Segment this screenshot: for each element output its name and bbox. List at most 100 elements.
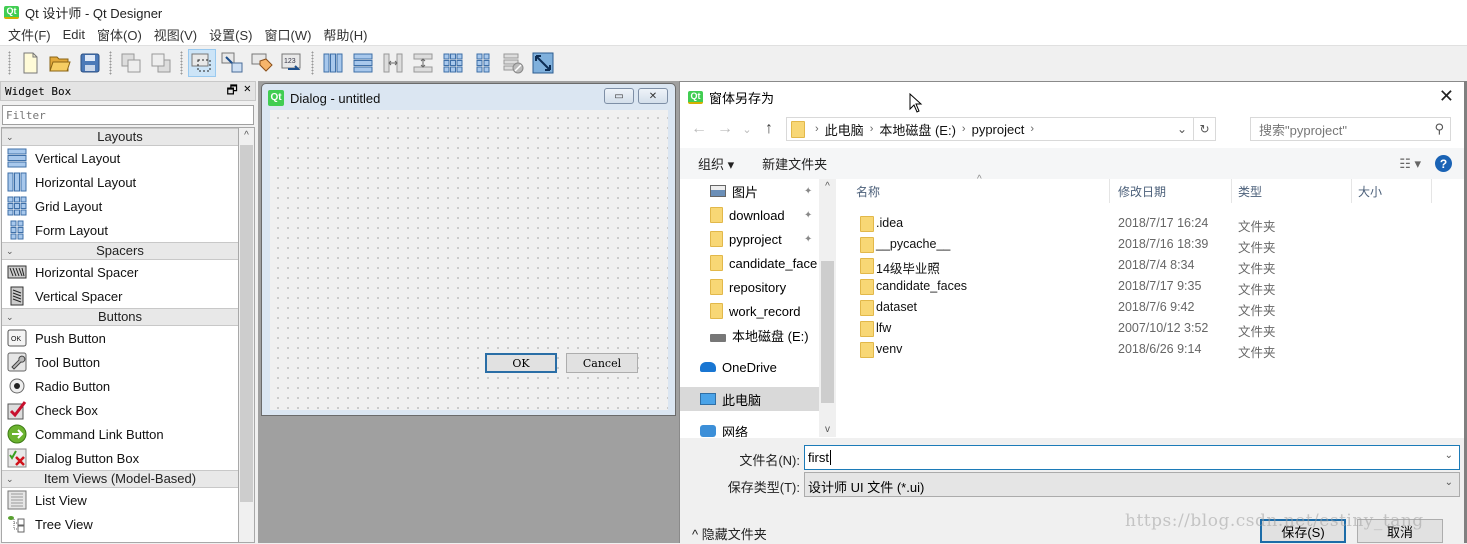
file-row[interactable]: dataset 2018/7/6 9:42 文件夹 [838, 297, 1438, 318]
widget-box-scrollbar[interactable]: ^ [239, 127, 255, 543]
refresh-icon[interactable]: ↻ [1193, 118, 1215, 140]
form-window[interactable]: Qt Dialog - untitled ▭ ✕ OK Cancel [261, 83, 676, 416]
widget-item-push-button[interactable]: OK Push Button [2, 326, 238, 350]
category-item-views[interactable]: ⌄ Item Views (Model-Based) [2, 470, 238, 488]
scroll-up-icon[interactable]: ^ [819, 181, 836, 192]
filename-value[interactable]: first [808, 450, 829, 465]
edit-tab-order-icon[interactable]: 123 [278, 49, 306, 77]
nav-item[interactable]: work_record [680, 299, 820, 323]
column-header-date[interactable]: 修改日期 [1112, 179, 1232, 203]
edit-signals-slots-icon[interactable] [218, 49, 246, 77]
nav-item[interactable]: repository [680, 275, 820, 299]
save-icon[interactable] [76, 49, 104, 77]
open-folder-icon[interactable] [46, 49, 74, 77]
navigation-pane-scrollbar[interactable]: ^ v [819, 179, 836, 437]
recent-locations-icon[interactable]: ⌄ [738, 123, 756, 136]
cancel-button[interactable]: 取消 [1357, 519, 1443, 543]
menu-edit[interactable]: Edit [59, 27, 93, 42]
back-icon[interactable]: ← [686, 120, 712, 138]
close-button[interactable]: ✕ [638, 88, 668, 104]
chevron-down-icon[interactable]: ⌄ [1445, 477, 1453, 488]
category-buttons[interactable]: ⌄ Buttons [2, 308, 238, 326]
chevron-down-icon[interactable]: ⌄ [1445, 450, 1453, 461]
save-button[interactable]: 保存(S) [1260, 519, 1346, 543]
minimize-button[interactable]: ▭ [604, 88, 634, 104]
new-folder-button[interactable]: 新建文件夹 [762, 154, 827, 173]
widget-item-grid-layout[interactable]: Grid Layout [2, 194, 238, 218]
pin-icon[interactable]: ✦ [804, 210, 812, 221]
cancel-button[interactable]: Cancel [566, 353, 638, 373]
widget-item-list-view[interactable]: List View [2, 488, 238, 512]
file-row[interactable]: .idea 2018/7/17 16:24 文件夹 [838, 213, 1438, 234]
menu-help[interactable]: 帮助(H) [319, 25, 375, 44]
menu-window[interactable]: 窗口(W) [260, 25, 319, 44]
nav-item[interactable]: candidate_face [680, 251, 820, 275]
column-header-type[interactable]: 类型 [1232, 179, 1352, 203]
address-bar[interactable]: › 此电脑 › 本地磁盘 (E:) › pyproject › ⌄ ↻ [786, 117, 1216, 141]
bring-to-front-icon[interactable] [147, 49, 175, 77]
send-to-back-icon[interactable] [117, 49, 145, 77]
scroll-down-icon[interactable]: v [819, 424, 836, 435]
ok-button[interactable]: OK [485, 353, 557, 373]
adjust-size-icon[interactable] [529, 49, 557, 77]
file-row[interactable]: lfw 2007/10/12 3:52 文件夹 [838, 318, 1438, 339]
nav-item[interactable]: 图片 ✦ [680, 179, 820, 203]
close-icon[interactable]: ✕ [1439, 86, 1454, 107]
menu-view[interactable]: 视图(V) [150, 25, 205, 44]
file-row[interactable]: venv 2018/6/26 9:14 文件夹 [838, 339, 1438, 360]
float-panel-icon[interactable]: 🗗 [226, 81, 237, 102]
category-spacers[interactable]: ⌄ Spacers [2, 242, 238, 260]
file-row[interactable]: candidate_faces 2018/7/17 9:35 文件夹 [838, 276, 1438, 297]
view-options-icon[interactable]: ☷ ▾ [1399, 156, 1421, 172]
file-row[interactable]: __pycache__ 2018/7/16 18:39 文件夹 [838, 234, 1438, 255]
scrollbar-thumb[interactable] [821, 261, 834, 403]
file-row[interactable]: 14级毕业照 2018/7/4 8:34 文件夹 [838, 255, 1438, 276]
column-header-size[interactable]: 大小 [1352, 179, 1432, 203]
nav-item[interactable]: 此电脑 [680, 387, 820, 411]
pin-icon[interactable]: ✦ [804, 186, 812, 197]
breadcrumb-separator-icon[interactable]: › [815, 123, 819, 135]
layout-horizontal-icon[interactable] [319, 49, 347, 77]
nav-item[interactable]: 本地磁盘 (E:) [680, 323, 820, 347]
search-box[interactable]: 搜索"pyproject" ⚲ [1250, 117, 1451, 141]
breadcrumb-drive-e[interactable]: 本地磁盘 (E:) [879, 120, 956, 139]
widget-item-horizontal-spacer[interactable]: Horizontal Spacer [2, 260, 238, 284]
menu-file[interactable]: 文件(F) [4, 25, 59, 44]
toolbar-grip[interactable] [180, 51, 183, 75]
address-dropdown-icon[interactable]: ⌄ [1171, 118, 1193, 140]
search-input[interactable]: 搜索"pyproject" [1259, 120, 1347, 139]
widget-item-dialog-button-box[interactable]: Dialog Button Box [2, 446, 238, 470]
breadcrumb-separator-icon[interactable]: › [870, 123, 874, 135]
edit-widgets-icon[interactable] [188, 49, 216, 77]
edit-buddies-icon[interactable] [248, 49, 276, 77]
toolbar-grip[interactable] [109, 51, 112, 75]
breadcrumb-separator-icon[interactable]: › [1030, 123, 1034, 135]
layout-vertical-splitter-icon[interactable] [409, 49, 437, 77]
menu-settings[interactable]: 设置(S) [205, 25, 260, 44]
form-canvas[interactable]: OK Cancel [270, 110, 668, 410]
filename-input[interactable]: first ⌄ [804, 445, 1460, 470]
widget-item-tool-button[interactable]: Tool Button [2, 350, 238, 374]
toolbar-grip[interactable] [8, 51, 11, 75]
pin-icon[interactable]: ✦ [804, 234, 812, 245]
widget-filter-input[interactable] [2, 105, 254, 125]
filetype-select[interactable]: 设计师 UI 文件 (*.ui) ⌄ [804, 472, 1460, 497]
widget-item-vertical-spacer[interactable]: Vertical Spacer [2, 284, 238, 308]
breadcrumb-pyproject[interactable]: pyproject [972, 122, 1025, 137]
help-icon[interactable]: ? [1435, 155, 1452, 172]
forward-icon[interactable]: → [712, 120, 738, 138]
new-file-icon[interactable] [16, 49, 44, 77]
nav-item[interactable]: OneDrive [680, 355, 820, 379]
up-folder-icon[interactable]: ↑ [756, 120, 782, 138]
search-icon[interactable]: ⚲ [1434, 121, 1444, 137]
organize-button[interactable]: 组织 ▾ [698, 154, 734, 173]
layout-form-icon[interactable] [469, 49, 497, 77]
nav-item[interactable]: download ✦ [680, 203, 820, 227]
category-layouts[interactable]: ⌄ Layouts [2, 128, 238, 146]
menu-form[interactable]: 窗体(O) [93, 25, 150, 44]
break-layout-icon[interactable] [499, 49, 527, 77]
widget-item-radio-button[interactable]: Radio Button [2, 374, 238, 398]
scroll-up-icon[interactable]: ^ [239, 128, 254, 144]
close-panel-icon[interactable]: ✕ [244, 81, 251, 102]
layout-horizontal-splitter-icon[interactable] [379, 49, 407, 77]
